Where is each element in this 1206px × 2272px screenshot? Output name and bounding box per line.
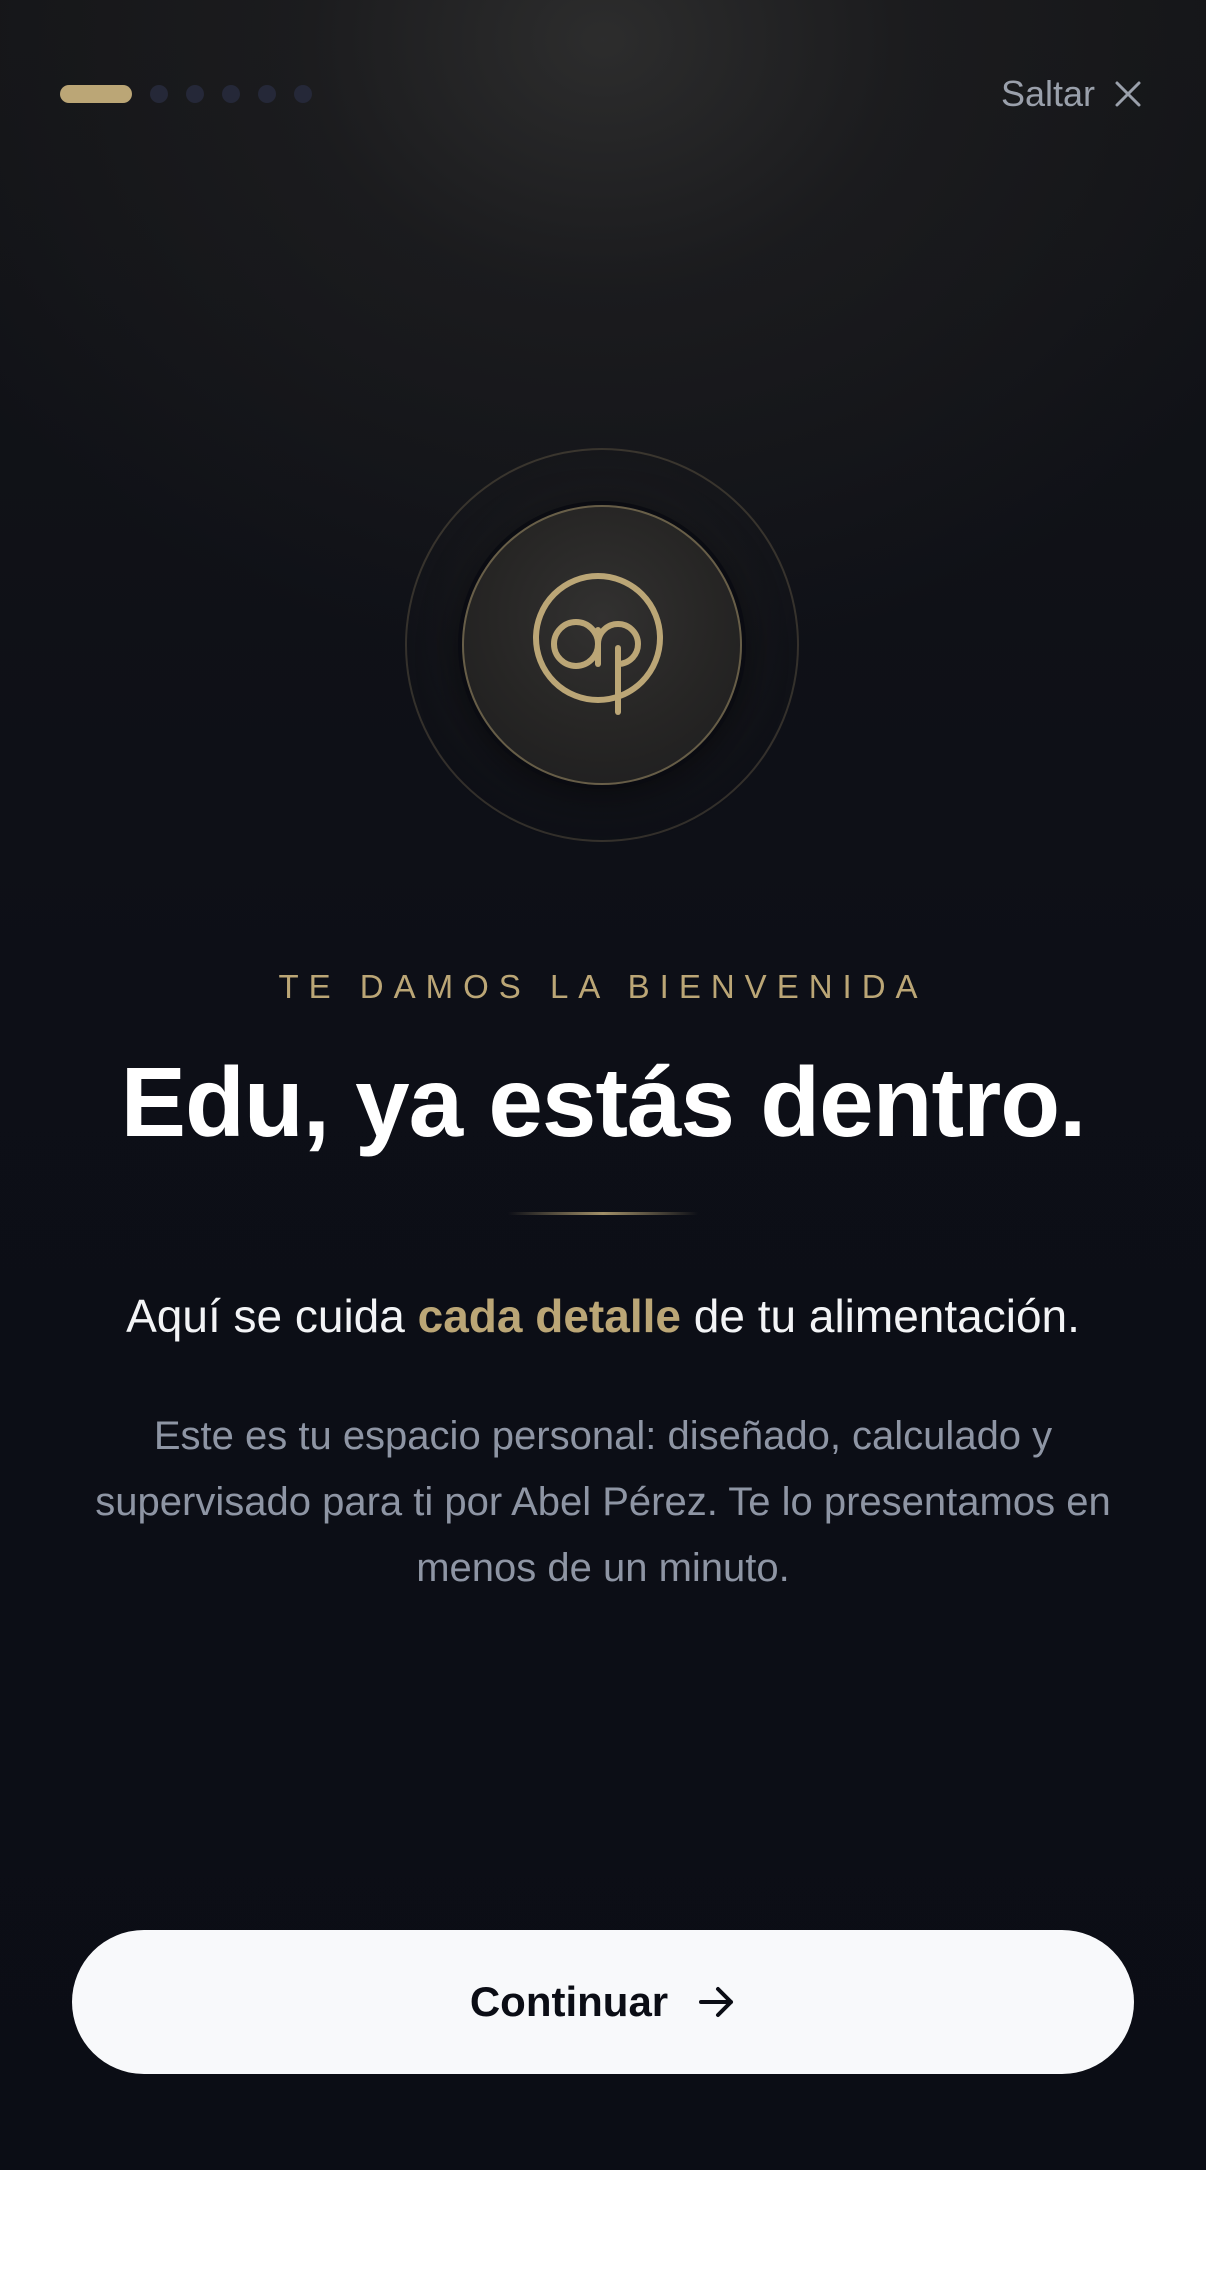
close-icon	[1115, 81, 1141, 107]
skip-label: Saltar	[1000, 73, 1095, 114]
gold-divider	[508, 1212, 698, 1215]
skip-button[interactable]: Saltar	[1001, 70, 1143, 118]
progress-step-1-active	[60, 85, 132, 103]
progress-step-3	[186, 85, 204, 103]
lead-text-start: Aquí se cuida	[126, 1290, 418, 1342]
page-title: Edu, ya estás dentro.	[120, 1047, 1087, 1157]
progress-step-4	[222, 85, 240, 103]
progress-step-6	[294, 85, 312, 103]
step-progress-indicator	[60, 85, 312, 103]
onboarding-screen: Saltar TE DAMOS LA BIENVENIDA Edu, ya es…	[0, 0, 1206, 2170]
arrow-right-icon	[699, 1987, 734, 2017]
lead-text: Aquí se cuida cada detalle de tu aliment…	[0, 1284, 1206, 1348]
lead-text-end: de tu alimentación.	[680, 1290, 1080, 1342]
lead-text-highlight: cada detalle	[417, 1290, 681, 1342]
welcome-eyebrow: TE DAMOS LA BIENVENIDA	[278, 968, 928, 1005]
progress-step-2	[150, 85, 168, 103]
progress-step-5	[258, 85, 276, 103]
continue-button[interactable]: Continuar	[72, 1930, 1134, 2074]
intro-description: Este es tu espacio personal: diseñado, c…	[95, 1414, 1111, 1590]
continue-label: Continuar	[469, 1978, 669, 2025]
ap-monogram-logo	[533, 573, 663, 715]
